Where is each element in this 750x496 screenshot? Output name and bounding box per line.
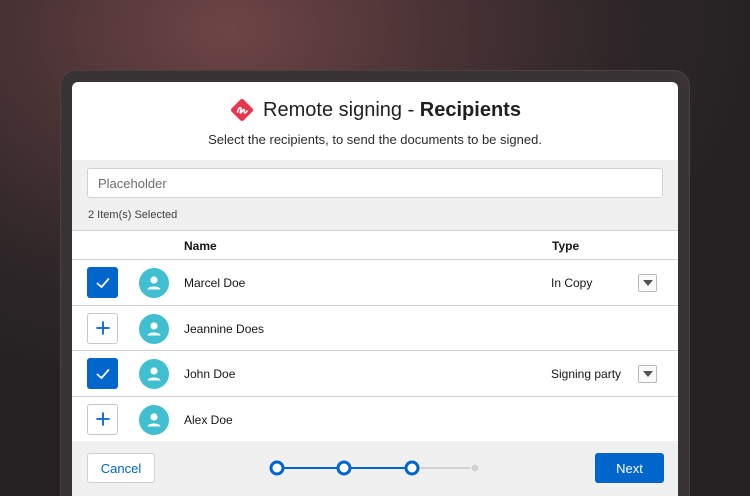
dialog-footer: Cancel Next [72,441,678,496]
progress-stepper [269,460,479,476]
recipient-name: Marcel Doe [184,276,246,290]
user-avatar-icon [139,313,169,344]
row-add-button[interactable] [87,312,118,344]
user-avatar-icon [139,268,169,298]
table-row: John Doe Signing party [72,351,678,397]
page-title: Remote signing - Recipients [263,98,521,121]
signature-logo-icon [231,99,254,121]
caret-down-icon [642,280,653,286]
table-header: Name Type [72,230,678,260]
step-4-pending [471,464,479,472]
checkmark-icon [96,277,109,288]
table-row: Alex Doe [72,397,678,442]
title-row: Remote signing - Recipients [72,96,678,124]
row-add-button[interactable] [87,403,118,435]
step-1-completed [269,460,285,476]
column-header-type: Type [552,239,580,253]
table-row: Marcel Doe In Copy [72,260,678,306]
recipients-dialog: Remote signing - Recipients Select the r… [72,82,678,496]
page-subtitle: Select the recipients, to send the docum… [208,132,542,147]
recipient-name: Alex Doe [184,412,233,427]
recipient-name: John Doe [184,367,236,381]
row-select-checked-button[interactable] [87,267,118,298]
next-button[interactable]: Next [595,453,664,483]
user-avatar-icon [139,359,169,389]
recipient-type: Signing party [551,367,622,381]
type-dropdown-toggle[interactable] [638,365,657,383]
recipient-type: In Copy [551,276,593,290]
checkmark-icon [96,368,109,379]
row-select-checked-button[interactable] [87,358,118,389]
cancel-button[interactable]: Cancel [87,453,155,483]
recipient-name: Jeannine Does [184,321,265,336]
plus-icon [95,321,110,335]
dialog-header: Remote signing - Recipients Select the r… [72,82,678,160]
user-avatar-icon [139,404,169,435]
step-2-completed [336,460,352,476]
search-input[interactable] [87,168,663,198]
selected-count: 2 Item(s) Selected [88,209,178,221]
type-dropdown-toggle[interactable] [638,274,657,292]
step-3-completed [404,460,420,476]
table-row: Jeannine Does [72,306,678,351]
plus-icon [95,412,110,426]
search-area: 2 Item(s) Selected [72,160,678,230]
caret-down-icon [642,371,653,377]
column-header-name: Name [184,239,217,253]
